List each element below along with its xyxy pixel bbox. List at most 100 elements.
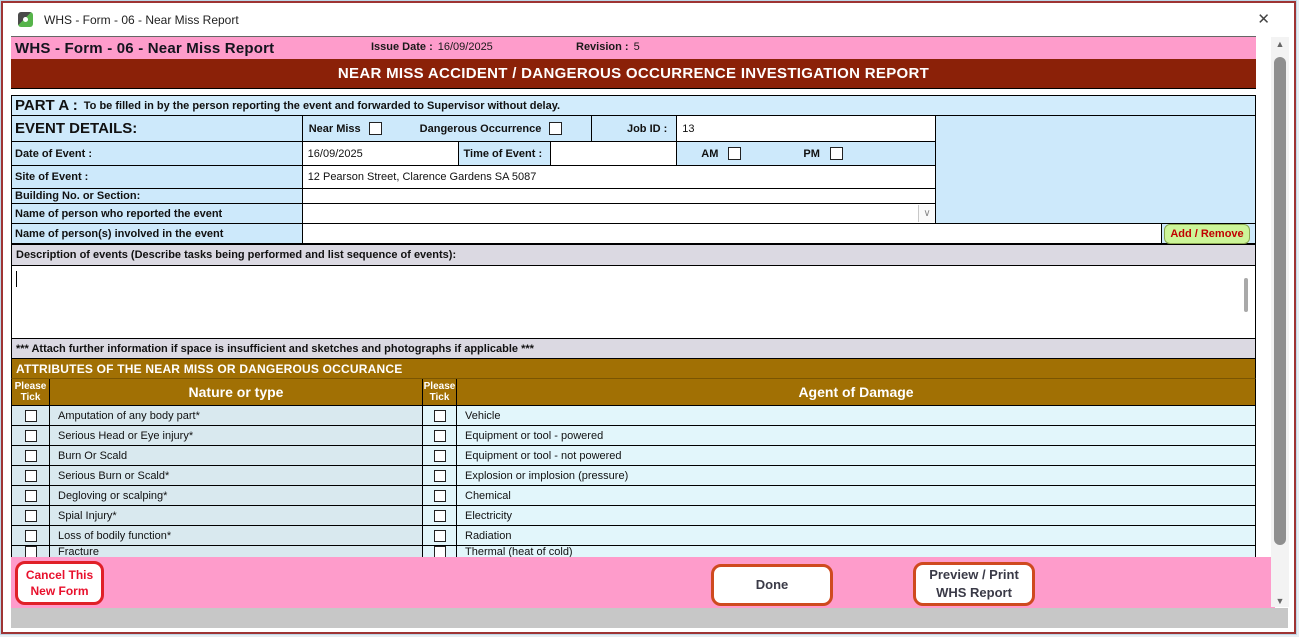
nature-label: Amputation of any body part* — [50, 406, 423, 425]
agent-tick-cell — [423, 446, 457, 465]
revision-value: 5 — [629, 41, 640, 53]
agent-label: Chemical — [457, 486, 1255, 505]
table-row: Loss of bodily function* Radiation — [11, 526, 1256, 546]
nature-label: Serious Burn or Scald* — [50, 466, 423, 485]
agent-checkbox[interactable] — [434, 410, 446, 422]
agent-label: Electricity — [457, 506, 1255, 525]
agent-checkbox[interactable] — [434, 546, 446, 557]
textarea-scrollbar[interactable] — [1244, 278, 1248, 312]
pm-label: PM — [803, 148, 820, 160]
agent-tick-cell — [423, 466, 457, 485]
involved-field[interactable] — [303, 224, 1162, 243]
footer-bar: Cancel This New Form Done Preview / Prin… — [11, 557, 1275, 608]
form-header: WHS - Form - 06 - Near Miss Report Issue… — [11, 36, 1256, 59]
issue-date: Issue Date :16/09/2025 — [371, 41, 493, 53]
am-pm-cell: AM PM — [677, 142, 936, 165]
nature-checkbox[interactable] — [25, 490, 37, 502]
building-label: Building No. or Section: — [12, 189, 303, 203]
involved-label: Name of person(s) involved in the event — [12, 224, 303, 243]
nature-tick-cell — [12, 446, 50, 465]
nature-label: Serious Head or Eye injury* — [50, 426, 423, 445]
nature-checkbox[interactable] — [25, 450, 37, 462]
chevron-down-icon[interactable]: ∨ — [918, 205, 935, 222]
agent-label: Equipment or tool - not powered — [457, 446, 1255, 465]
event-details-row: EVENT DETAILS: Near Miss Dangerous Occur… — [11, 116, 936, 142]
reporter-dropdown[interactable]: ∨ — [303, 204, 936, 223]
nature-checkbox[interactable] — [25, 530, 37, 542]
nature-label: Spial Injury* — [50, 506, 423, 525]
date-of-event-label: Date of Event : — [12, 142, 303, 165]
agent-header: Agent of Damage — [457, 379, 1255, 405]
issue-date-label: Issue Date : — [371, 41, 433, 53]
table-row: Serious Burn or Scald* Explosion or implo… — [11, 466, 1256, 486]
agent-label: Thermal (heat of cold) — [457, 546, 1255, 557]
building-row: Building No. or Section: — [11, 189, 936, 204]
site-row: Site of Event : 12 Pearson Street, Clare… — [11, 166, 936, 189]
time-of-event-label: Time of Event : — [459, 142, 552, 165]
report-banner: NEAR MISS ACCIDENT / DANGEROUS OCCURRENC… — [11, 59, 1256, 89]
event-type-cell: Near Miss Dangerous Occurrence — [303, 116, 593, 141]
agent-checkbox[interactable] — [434, 530, 446, 542]
scroll-down-icon[interactable]: ▼ — [1271, 596, 1289, 606]
agent-checkbox[interactable] — [434, 510, 446, 522]
dangerous-occurrence-label: Dangerous Occurrence — [420, 123, 542, 135]
nature-tick-cell — [12, 546, 50, 557]
nature-label: Burn Or Scald — [50, 446, 423, 465]
agent-label: Explosion or implosion (pressure) — [457, 466, 1255, 485]
window-title: WHS - Form - 06 - Near Miss Report — [44, 13, 239, 27]
building-field[interactable] — [303, 189, 936, 203]
vertical-scrollbar[interactable]: ▲ ▼ — [1271, 37, 1289, 607]
table-row: Spial Injury* Electricity — [11, 506, 1256, 526]
date-time-row: Date of Event : 16/09/2025 Time of Event… — [11, 142, 936, 166]
done-button[interactable]: Done — [711, 564, 833, 606]
nature-checkbox[interactable] — [25, 510, 37, 522]
nature-checkbox[interactable] — [25, 430, 37, 442]
preview-print-button[interactable]: Preview / Print WHS Report — [913, 562, 1035, 606]
site-of-event-label: Site of Event : — [12, 166, 303, 188]
nature-header: Nature or type — [50, 379, 423, 405]
job-id-field[interactable]: 13 — [677, 116, 936, 141]
agent-label: Radiation — [457, 526, 1255, 545]
revision-label: Revision : — [576, 41, 629, 53]
close-icon[interactable]: ✕ — [1257, 12, 1270, 27]
table-row: Amputation of any body part*Vehicle — [11, 406, 1256, 426]
pm-checkbox[interactable] — [830, 147, 843, 160]
involved-rest-cell: Add / Remove — [1162, 224, 1255, 243]
near-miss-checkbox[interactable] — [369, 122, 382, 135]
agent-tick-cell — [423, 426, 457, 445]
nature-label: Loss of bodily function* — [50, 526, 423, 545]
time-of-event-field[interactable] — [551, 142, 677, 165]
form-title: WHS - Form - 06 - Near Miss Report — [11, 40, 274, 57]
agent-checkbox[interactable] — [434, 470, 446, 482]
cancel-new-form-button[interactable]: Cancel This New Form — [15, 561, 104, 605]
agent-checkbox[interactable] — [434, 450, 446, 462]
vertical-scrollbar-thumb[interactable] — [1274, 57, 1286, 545]
add-remove-button[interactable]: Add / Remove — [1164, 224, 1250, 244]
nature-tick-cell — [12, 426, 50, 445]
nature-tick-cell — [12, 466, 50, 485]
nature-checkbox[interactable] — [25, 410, 37, 422]
agent-checkbox[interactable] — [434, 430, 446, 442]
app-icon — [18, 12, 33, 27]
attributes-rows: Amputation of any body part*VehicleSerio… — [11, 406, 1256, 557]
agent-tick-cell — [423, 526, 457, 545]
description-textarea[interactable] — [11, 266, 1256, 339]
nature-checkbox[interactable] — [25, 546, 37, 557]
horizontal-scrollbar[interactable] — [11, 608, 1288, 628]
nature-checkbox[interactable] — [25, 470, 37, 482]
part-a-label: PART A : — [12, 97, 78, 114]
issue-date-value: 16/09/2025 — [433, 41, 493, 53]
event-details-heading: EVENT DETAILS: — [12, 116, 303, 141]
agent-checkbox[interactable] — [434, 490, 446, 502]
involved-row: Name of person(s) involved in the event … — [11, 224, 1256, 244]
date-of-event-field[interactable]: 16/09/2025 — [303, 142, 459, 165]
scroll-up-icon[interactable]: ▲ — [1271, 39, 1289, 49]
please-tick-header: Please Tick — [12, 379, 50, 405]
attach-note: *** Attach further information if space … — [11, 339, 1256, 359]
agent-tick-cell — [423, 486, 457, 505]
agent-tick-cell — [423, 546, 457, 557]
dangerous-occurrence-checkbox[interactable] — [549, 122, 562, 135]
nature-label: Degloving or scalping* — [50, 486, 423, 505]
am-checkbox[interactable] — [728, 147, 741, 160]
site-of-event-field[interactable]: 12 Pearson Street, Clarence Gardens SA 5… — [303, 166, 936, 188]
